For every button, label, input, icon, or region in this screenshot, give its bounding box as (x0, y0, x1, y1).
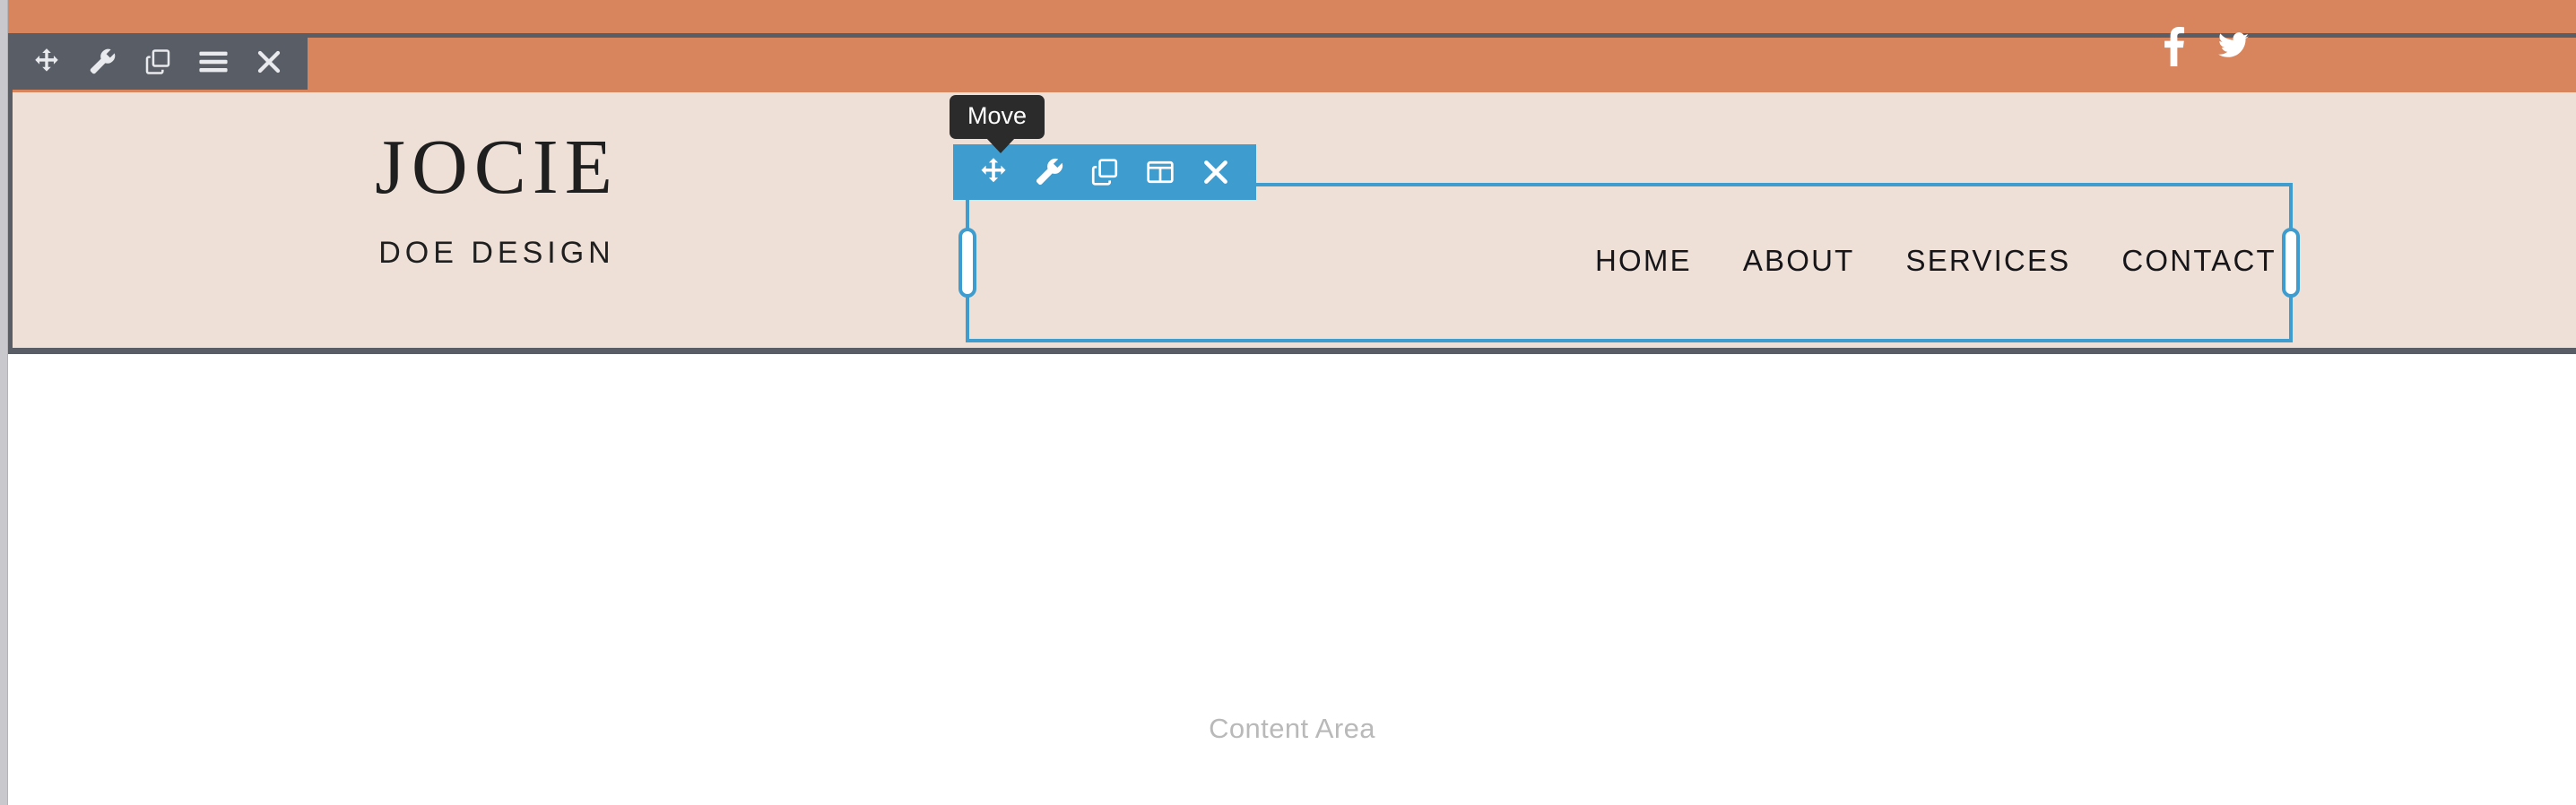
site-logo[interactable]: JOCIE DOE DESIGN (308, 127, 685, 271)
section-toolbar[interactable] (8, 33, 308, 90)
content-area-placeholder: Content Area (1209, 713, 1375, 744)
facebook-icon[interactable] (2163, 25, 2186, 66)
left-gutter-strip (0, 0, 8, 805)
primary-nav[interactable]: HOME ABOUT SERVICES CONTACT (1595, 244, 2277, 278)
section-move-handle-icon[interactable] (19, 33, 74, 90)
move-tooltip: Move (950, 95, 1045, 153)
resize-handle-left[interactable] (958, 228, 976, 298)
nav-item-about[interactable]: ABOUT (1743, 244, 1855, 278)
page-canvas: JOCIE DOE DESIGN HOME ABOUT SERVICES CON… (8, 0, 2576, 805)
module-duplicate-icon[interactable] (1077, 144, 1132, 200)
section-settings-wrench-icon[interactable] (74, 33, 130, 90)
module-columns-icon[interactable] (1132, 144, 1188, 200)
section-menu-icon[interactable] (186, 33, 241, 90)
section-duplicate-icon[interactable] (130, 33, 186, 90)
nav-item-contact[interactable]: CONTACT (2121, 244, 2276, 278)
module-settings-wrench-icon[interactable] (1021, 144, 1077, 200)
logo-name: JOCIE (375, 123, 619, 210)
header-section[interactable]: JOCIE DOE DESIGN HOME ABOUT SERVICES CON… (8, 33, 2576, 354)
logo-tagline: DOE DESIGN (378, 236, 615, 270)
nav-item-services[interactable]: SERVICES (1906, 244, 2071, 278)
section-delete-icon[interactable] (241, 33, 297, 90)
editor-stage: JOCIE DOE DESIGN HOME ABOUT SERVICES CON… (0, 0, 2576, 805)
nav-item-home[interactable]: HOME (1595, 244, 1692, 278)
social-links[interactable] (2163, 25, 2249, 66)
module-delete-icon[interactable] (1188, 144, 1244, 200)
content-area: Content Area (8, 354, 2576, 805)
twitter-icon[interactable] (2218, 25, 2249, 66)
move-tooltip-label: Move (967, 102, 1028, 129)
resize-handle-right[interactable] (2282, 228, 2300, 298)
